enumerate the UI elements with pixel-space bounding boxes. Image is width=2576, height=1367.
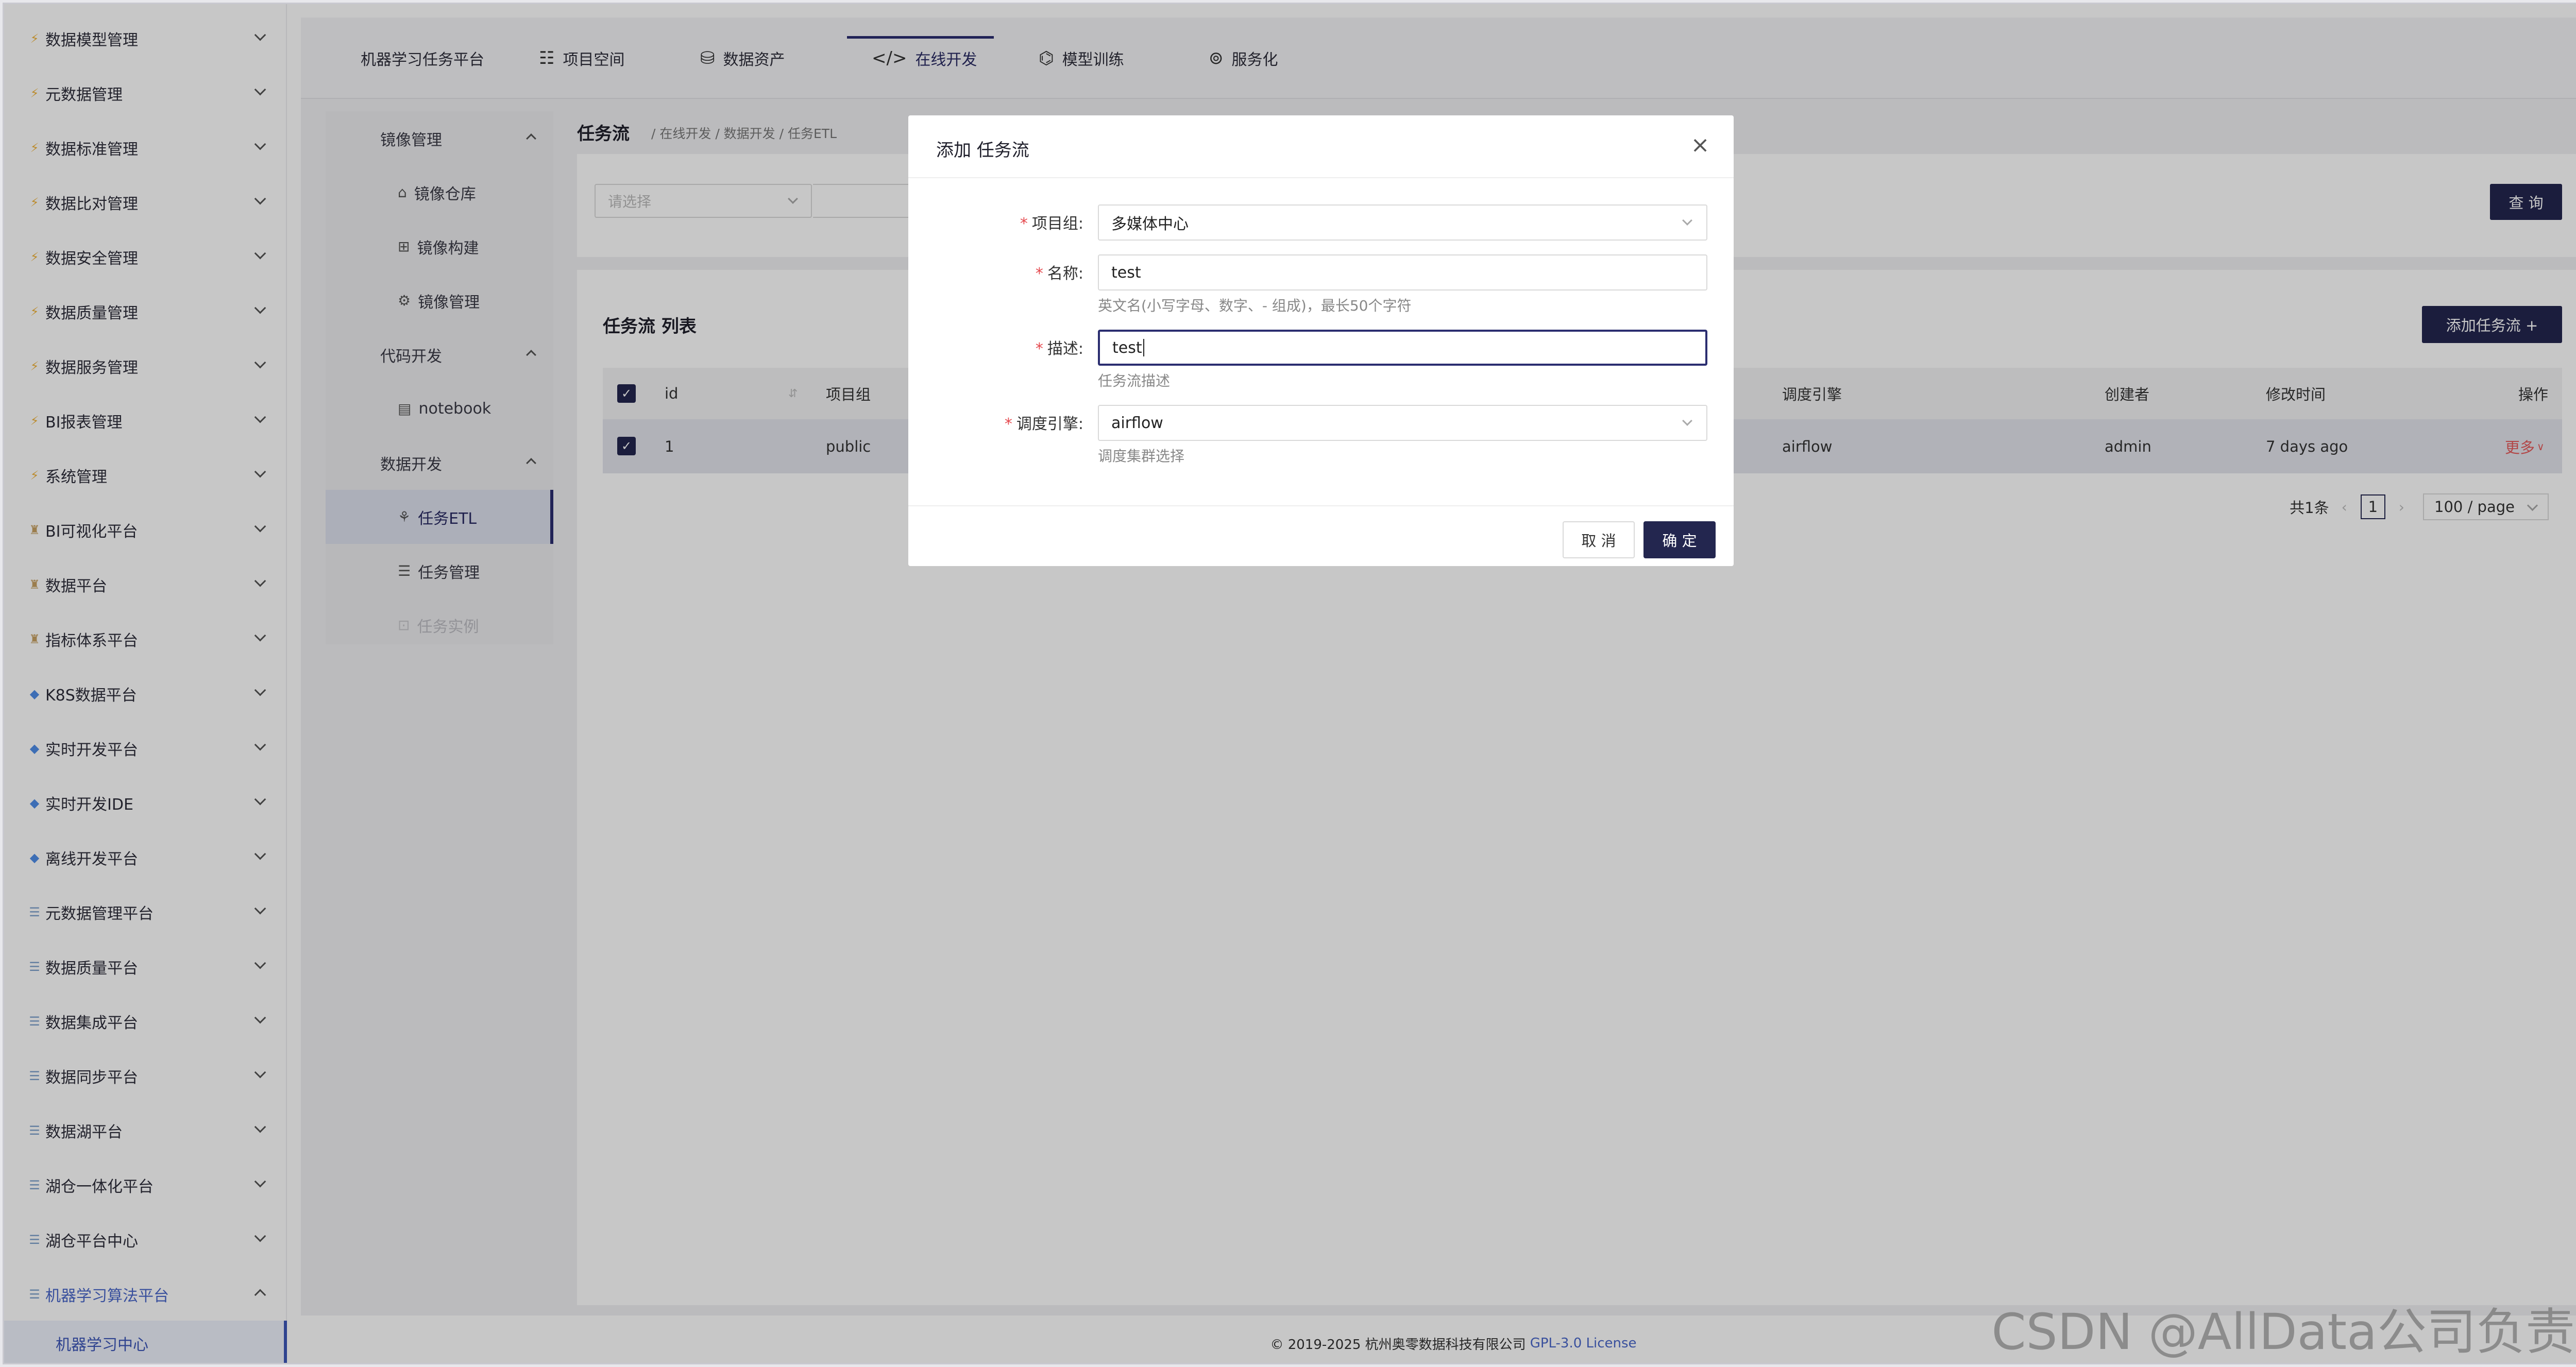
desc-label: * 描述: — [1035, 340, 1083, 358]
name-input[interactable]: test — [1098, 254, 1707, 291]
desc-hint: 任务流描述 — [1098, 372, 1171, 389]
divider — [908, 177, 1734, 178]
close-icon[interactable]: × — [1687, 132, 1713, 158]
project-select[interactable]: 多媒体中心 — [1098, 204, 1707, 241]
confirm-button[interactable]: 确 定 — [1643, 521, 1716, 558]
chevron-down-icon — [1682, 215, 1692, 226]
add-taskflow-dialog: 添加 任务流 × * 项目组: 多媒体中心 * 名称: test 英文名(小写字母、… — [908, 115, 1734, 566]
engine-hint: 调度集群选择 — [1098, 448, 1185, 465]
name-label: * 名称: — [1035, 265, 1083, 283]
engine-select[interactable]: airflow — [1098, 405, 1707, 441]
project-label: * 项目组: — [1020, 215, 1083, 233]
engine-label: * 调度引擎: — [1004, 415, 1083, 433]
app-window: ⚡ 数据模型管理 ⚡ 元数据管理 ⚡ 数据标准管理 ⚡ 数据比对管理 ⚡ 数据安全管理 ⚡… — [3, 3, 2576, 1364]
divider — [908, 505, 1734, 506]
name-hint: 英文名(小写字母、数字、- 组成)，最长50个字符 — [1098, 297, 1412, 314]
dialog-title: 添加 任务流 — [936, 140, 1029, 161]
desc-input[interactable]: test — [1098, 330, 1707, 366]
cancel-button[interactable]: 取 消 — [1563, 521, 1635, 558]
chevron-down-icon — [1682, 416, 1692, 426]
text-cursor — [1143, 339, 1144, 356]
csdn-watermark: CSDN @AllData公司负责人 — [1991, 1303, 2576, 1361]
